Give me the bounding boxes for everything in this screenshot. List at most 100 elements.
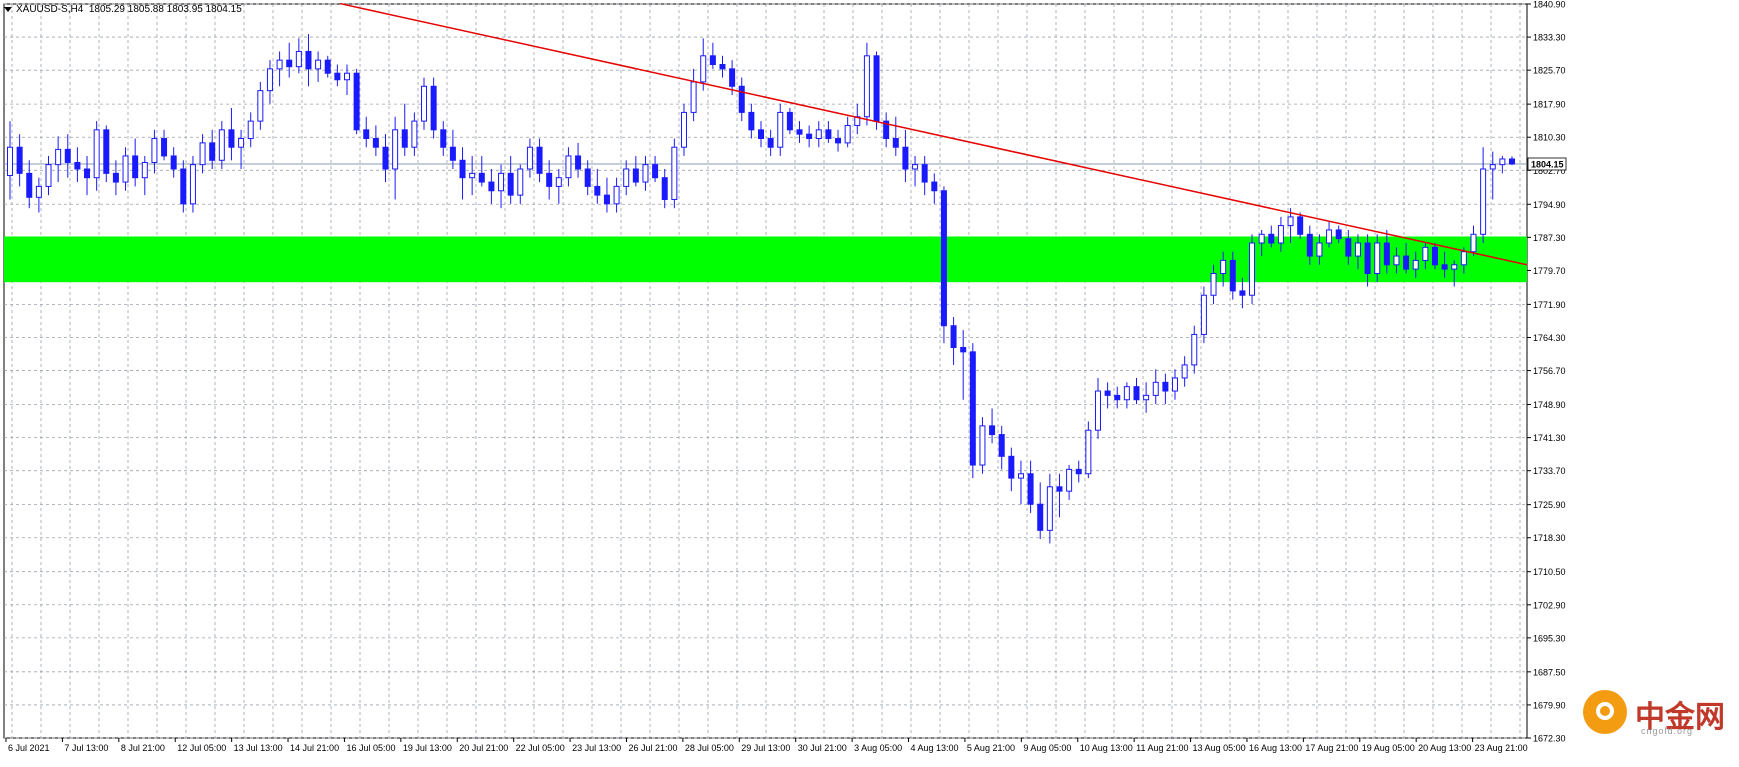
candle-bear (1383, 242, 1390, 266)
candle-bull (1220, 259, 1227, 274)
candle-bull (55, 148, 62, 166)
price-chart[interactable]: 1840.90 1833.30 1825.70 1817.90 1810.30 1802.… (0, 0, 1739, 762)
candle-bear (632, 168, 639, 183)
candle-bull (1200, 294, 1207, 335)
candle-bear (324, 59, 331, 74)
candle-bear (1104, 390, 1111, 396)
candle-bear (786, 111, 793, 131)
candle-bull (315, 59, 322, 70)
candle-bear (902, 146, 909, 170)
candle-bull (1085, 429, 1092, 475)
candle-bull (35, 185, 42, 198)
candle-bear (1441, 264, 1448, 270)
candle-bull (498, 172, 505, 192)
candle-bear (594, 185, 601, 196)
candle-bear (719, 64, 726, 70)
coin-logo-icon (1583, 690, 1627, 734)
candle-bear (286, 59, 293, 68)
time-label: 19 Jul 13:00 (403, 743, 452, 753)
candle-bear (180, 168, 187, 205)
candle-bear (382, 146, 389, 170)
time-label: 9 Aug 05:00 (1023, 743, 1071, 753)
candle-bull (392, 129, 399, 170)
candle-bear (796, 129, 803, 135)
candle-bear (161, 138, 168, 157)
price-label: 1695.30 (1533, 633, 1566, 643)
candle-bull (777, 111, 784, 148)
candle-bull (247, 120, 254, 140)
candle-bull (1277, 225, 1284, 244)
watermark-logo: 中金网 cngold.org (1583, 690, 1733, 738)
candle-bear (1075, 468, 1082, 475)
candle-bear (478, 172, 485, 183)
candle-bull (671, 146, 678, 200)
candle-bear (584, 168, 591, 187)
candle-bear (536, 146, 543, 174)
candle-bear (401, 129, 408, 148)
time-label: 5 Aug 21:00 (967, 743, 1015, 753)
candle-bear (969, 351, 976, 466)
time-label: 29 Jul 13:00 (741, 743, 790, 753)
time-label: 14 Jul 21:00 (290, 743, 339, 753)
candle-bull (1374, 242, 1381, 274)
candle-bull (979, 425, 986, 466)
candle-bear (84, 168, 91, 179)
candle-bear (74, 161, 81, 170)
candle-bear (767, 138, 774, 148)
candle-bear (1037, 503, 1044, 531)
candle-bull (276, 59, 283, 70)
candle-bull (1152, 381, 1159, 396)
candle-bull (469, 172, 476, 179)
candle-bear (440, 129, 447, 148)
candle-bear (488, 181, 495, 192)
candle-bull (93, 129, 100, 179)
candle-bull (1017, 473, 1024, 479)
time-label: 16 Jul 05:00 (346, 743, 395, 753)
candle-bull (1489, 164, 1496, 170)
candle-bull (1258, 233, 1265, 244)
price-label: 1733.70 (1533, 466, 1566, 476)
candle-bear (1268, 233, 1275, 244)
candle-bear (998, 434, 1005, 457)
support-zone (4, 236, 1527, 283)
candle-bear (1239, 290, 1246, 296)
candle-bear (1114, 394, 1121, 401)
candle-bear (430, 85, 437, 131)
candle-bull (141, 161, 148, 179)
time-label: 23 Jul 13:00 (572, 743, 621, 753)
candle-bull (863, 55, 870, 118)
candle-bear (603, 194, 610, 205)
candle-bear (940, 190, 947, 327)
price-label: 1679.90 (1533, 700, 1566, 710)
price-label: 1748.90 (1533, 400, 1566, 410)
candle-bull (266, 68, 273, 92)
price-label: 1810.30 (1533, 133, 1566, 143)
candle-bear (1008, 455, 1015, 479)
candle-bull (1181, 364, 1188, 379)
candle-bear (1133, 386, 1140, 401)
candle-bear (449, 146, 456, 161)
time-label: 26 Jul 21:00 (628, 743, 677, 753)
dropdown-triangle-icon[interactable] (4, 6, 12, 12)
candle-bear (892, 138, 899, 148)
candle-bull (1123, 386, 1130, 401)
price-label: 1718.30 (1533, 533, 1566, 543)
candle-bear (931, 181, 938, 192)
price-label: 1771.90 (1533, 300, 1566, 310)
candle-bull (517, 168, 524, 196)
plot-frame (3, 3, 1528, 739)
candle-bull (565, 155, 572, 179)
price-label: 1794.90 (1533, 200, 1566, 210)
candle-bull (421, 85, 428, 122)
time-label: 20 Aug 13:00 (1418, 743, 1471, 753)
candle-bull (642, 164, 649, 183)
candle-bear (1306, 233, 1313, 257)
candle-bear (806, 133, 813, 140)
candle-bull (526, 146, 533, 170)
watermark-sub: cngold.org (1641, 726, 1694, 736)
price-label: 1672.30 (1533, 734, 1566, 744)
candle-bull (555, 177, 562, 187)
candle-bull (257, 90, 264, 122)
candle-bull (613, 185, 620, 205)
candle-bull (1451, 264, 1458, 270)
